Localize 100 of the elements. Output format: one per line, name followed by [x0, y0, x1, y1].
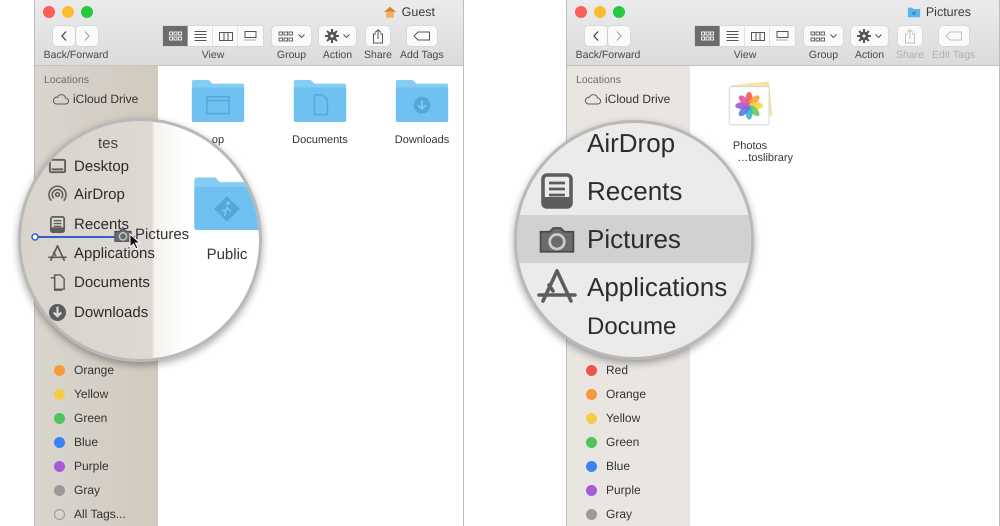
- tag-item[interactable]: Green: [35, 409, 108, 427]
- columns-icon: [218, 32, 232, 40]
- window-title: Pictures: [926, 5, 971, 19]
- icon-grid-icon: [701, 31, 714, 41]
- chevron-icon: [875, 34, 882, 38]
- action-button[interactable]: [319, 26, 356, 46]
- list-icon: [726, 31, 739, 41]
- file-label: Photos: [732, 140, 768, 152]
- grid-icon: [278, 30, 294, 42]
- folder-icon: [190, 78, 246, 124]
- tray-icon: [48, 214, 67, 234]
- share-button[interactable]: [366, 26, 390, 46]
- view-mode-button[interactable]: [213, 26, 238, 46]
- action-button[interactable]: [851, 26, 888, 46]
- back-button[interactable]: [585, 26, 607, 46]
- view-mode-button[interactable]: [745, 26, 770, 46]
- sidebar-item[interactable]: AirDrop: [517, 123, 676, 167]
- view-mode-button[interactable]: [720, 26, 745, 46]
- group-button[interactable]: [272, 26, 311, 46]
- sidebar-item[interactable]: Desktop: [48, 152, 130, 182]
- gear-icon: [325, 29, 339, 43]
- toolbar-label: Back/Forward: [44, 49, 108, 61]
- file-label: Documents: [292, 134, 348, 146]
- sidebar-heading: Locations: [575, 73, 622, 86]
- toolbar-label: Share: [364, 49, 392, 61]
- toolbar-label: View: [202, 49, 224, 61]
- file-label: Public: [206, 246, 248, 264]
- close-button[interactable]: [43, 6, 55, 18]
- sidebar-item[interactable]: Docume: [517, 311, 676, 353]
- back-icon: [593, 31, 599, 41]
- chevron-icon: [830, 34, 837, 38]
- forward-icon: [616, 31, 622, 41]
- sidebar-item[interactable]: AirDrop: [48, 180, 125, 210]
- toolbar-label: View: [734, 49, 756, 61]
- tag-item[interactable]: Yellow: [35, 385, 108, 403]
- file-label: …toslibrary: [737, 152, 793, 164]
- tags-button[interactable]: [406, 26, 437, 46]
- tag-item[interactable]: Red: [567, 361, 628, 379]
- gallery-icon: [776, 31, 789, 41]
- view-mode-button[interactable]: [238, 26, 263, 46]
- gallery-icon: [244, 31, 257, 41]
- tag-item[interactable]: Blue: [35, 433, 98, 451]
- sidebar-item[interactable]: iCloud Drive: [567, 86, 670, 106]
- tag-item[interactable]: Gray: [567, 505, 632, 523]
- icon-grid-icon: [169, 31, 182, 41]
- list-icon: [194, 31, 207, 41]
- cloud-icon: [52, 93, 69, 105]
- tags-icon: [54, 508, 65, 520]
- sidebar-heading: Locations: [43, 73, 90, 86]
- toolbar-label: Add Tags: [400, 49, 444, 61]
- back-icon: [61, 31, 67, 41]
- share-icon: [372, 28, 384, 44]
- download-icon: [48, 302, 67, 322]
- view-mode-button[interactable]: [163, 26, 188, 46]
- chevron-icon: [343, 34, 350, 38]
- app-store-icon: [48, 244, 67, 264]
- sidebar-item[interactable]: Applications: [517, 263, 728, 311]
- cloud-icon: [584, 93, 601, 105]
- gear-icon: [857, 29, 871, 43]
- grid-icon: [810, 30, 826, 42]
- sidebar-heading: tes: [98, 135, 118, 152]
- folder-icon: [192, 175, 259, 232]
- sidebar-item[interactable]: Pictures: [517, 215, 751, 263]
- view-mode-button[interactable]: [695, 26, 720, 46]
- tag-item[interactable]: Blue: [567, 457, 630, 475]
- forward-icon: [84, 31, 90, 41]
- share-icon: [904, 28, 916, 44]
- tag-item[interactable]: Green: [567, 433, 640, 451]
- tag-item[interactable]: All Tags...: [35, 505, 126, 523]
- toolbar-label: Back/Forward: [576, 49, 640, 61]
- sidebar-item[interactable]: Downloads: [48, 297, 148, 327]
- sidebar-item[interactable]: Recents: [517, 167, 682, 215]
- tag-item[interactable]: Orange: [567, 385, 646, 403]
- toolbar-label: Action: [322, 49, 352, 61]
- tag-item[interactable]: Yellow: [567, 409, 640, 427]
- folder-icon: [292, 78, 348, 124]
- folder-icon: [394, 78, 450, 124]
- tag-item[interactable]: Purple: [35, 457, 109, 475]
- sidebar-item[interactable]: iCloud Drive: [35, 86, 138, 106]
- document-icon: [48, 273, 67, 292]
- sidebar-item[interactable]: Documents: [48, 268, 150, 298]
- chevron-icon: [298, 34, 305, 38]
- view-mode-button[interactable]: [188, 26, 213, 46]
- tag-item[interactable]: Gray: [35, 481, 100, 499]
- file-label: Downloads: [394, 134, 450, 146]
- window-title: Guest: [402, 5, 435, 19]
- tag-item[interactable]: Purple: [567, 481, 641, 499]
- view-mode-button[interactable]: [770, 26, 795, 46]
- toolbar-label: Group: [808, 49, 838, 61]
- close-button[interactable]: [575, 6, 587, 18]
- house-icon: [382, 5, 397, 19]
- toolbar-label: Action: [854, 49, 884, 61]
- toolbar-label: Group: [276, 49, 306, 61]
- back-button[interactable]: [53, 26, 75, 46]
- tag-item[interactable]: Orange: [35, 361, 114, 379]
- file-label: op: [212, 134, 224, 146]
- group-button[interactable]: [804, 26, 843, 46]
- folder-icon: [906, 5, 921, 19]
- columns-icon: [750, 32, 764, 40]
- tag-icon: [944, 31, 963, 41]
